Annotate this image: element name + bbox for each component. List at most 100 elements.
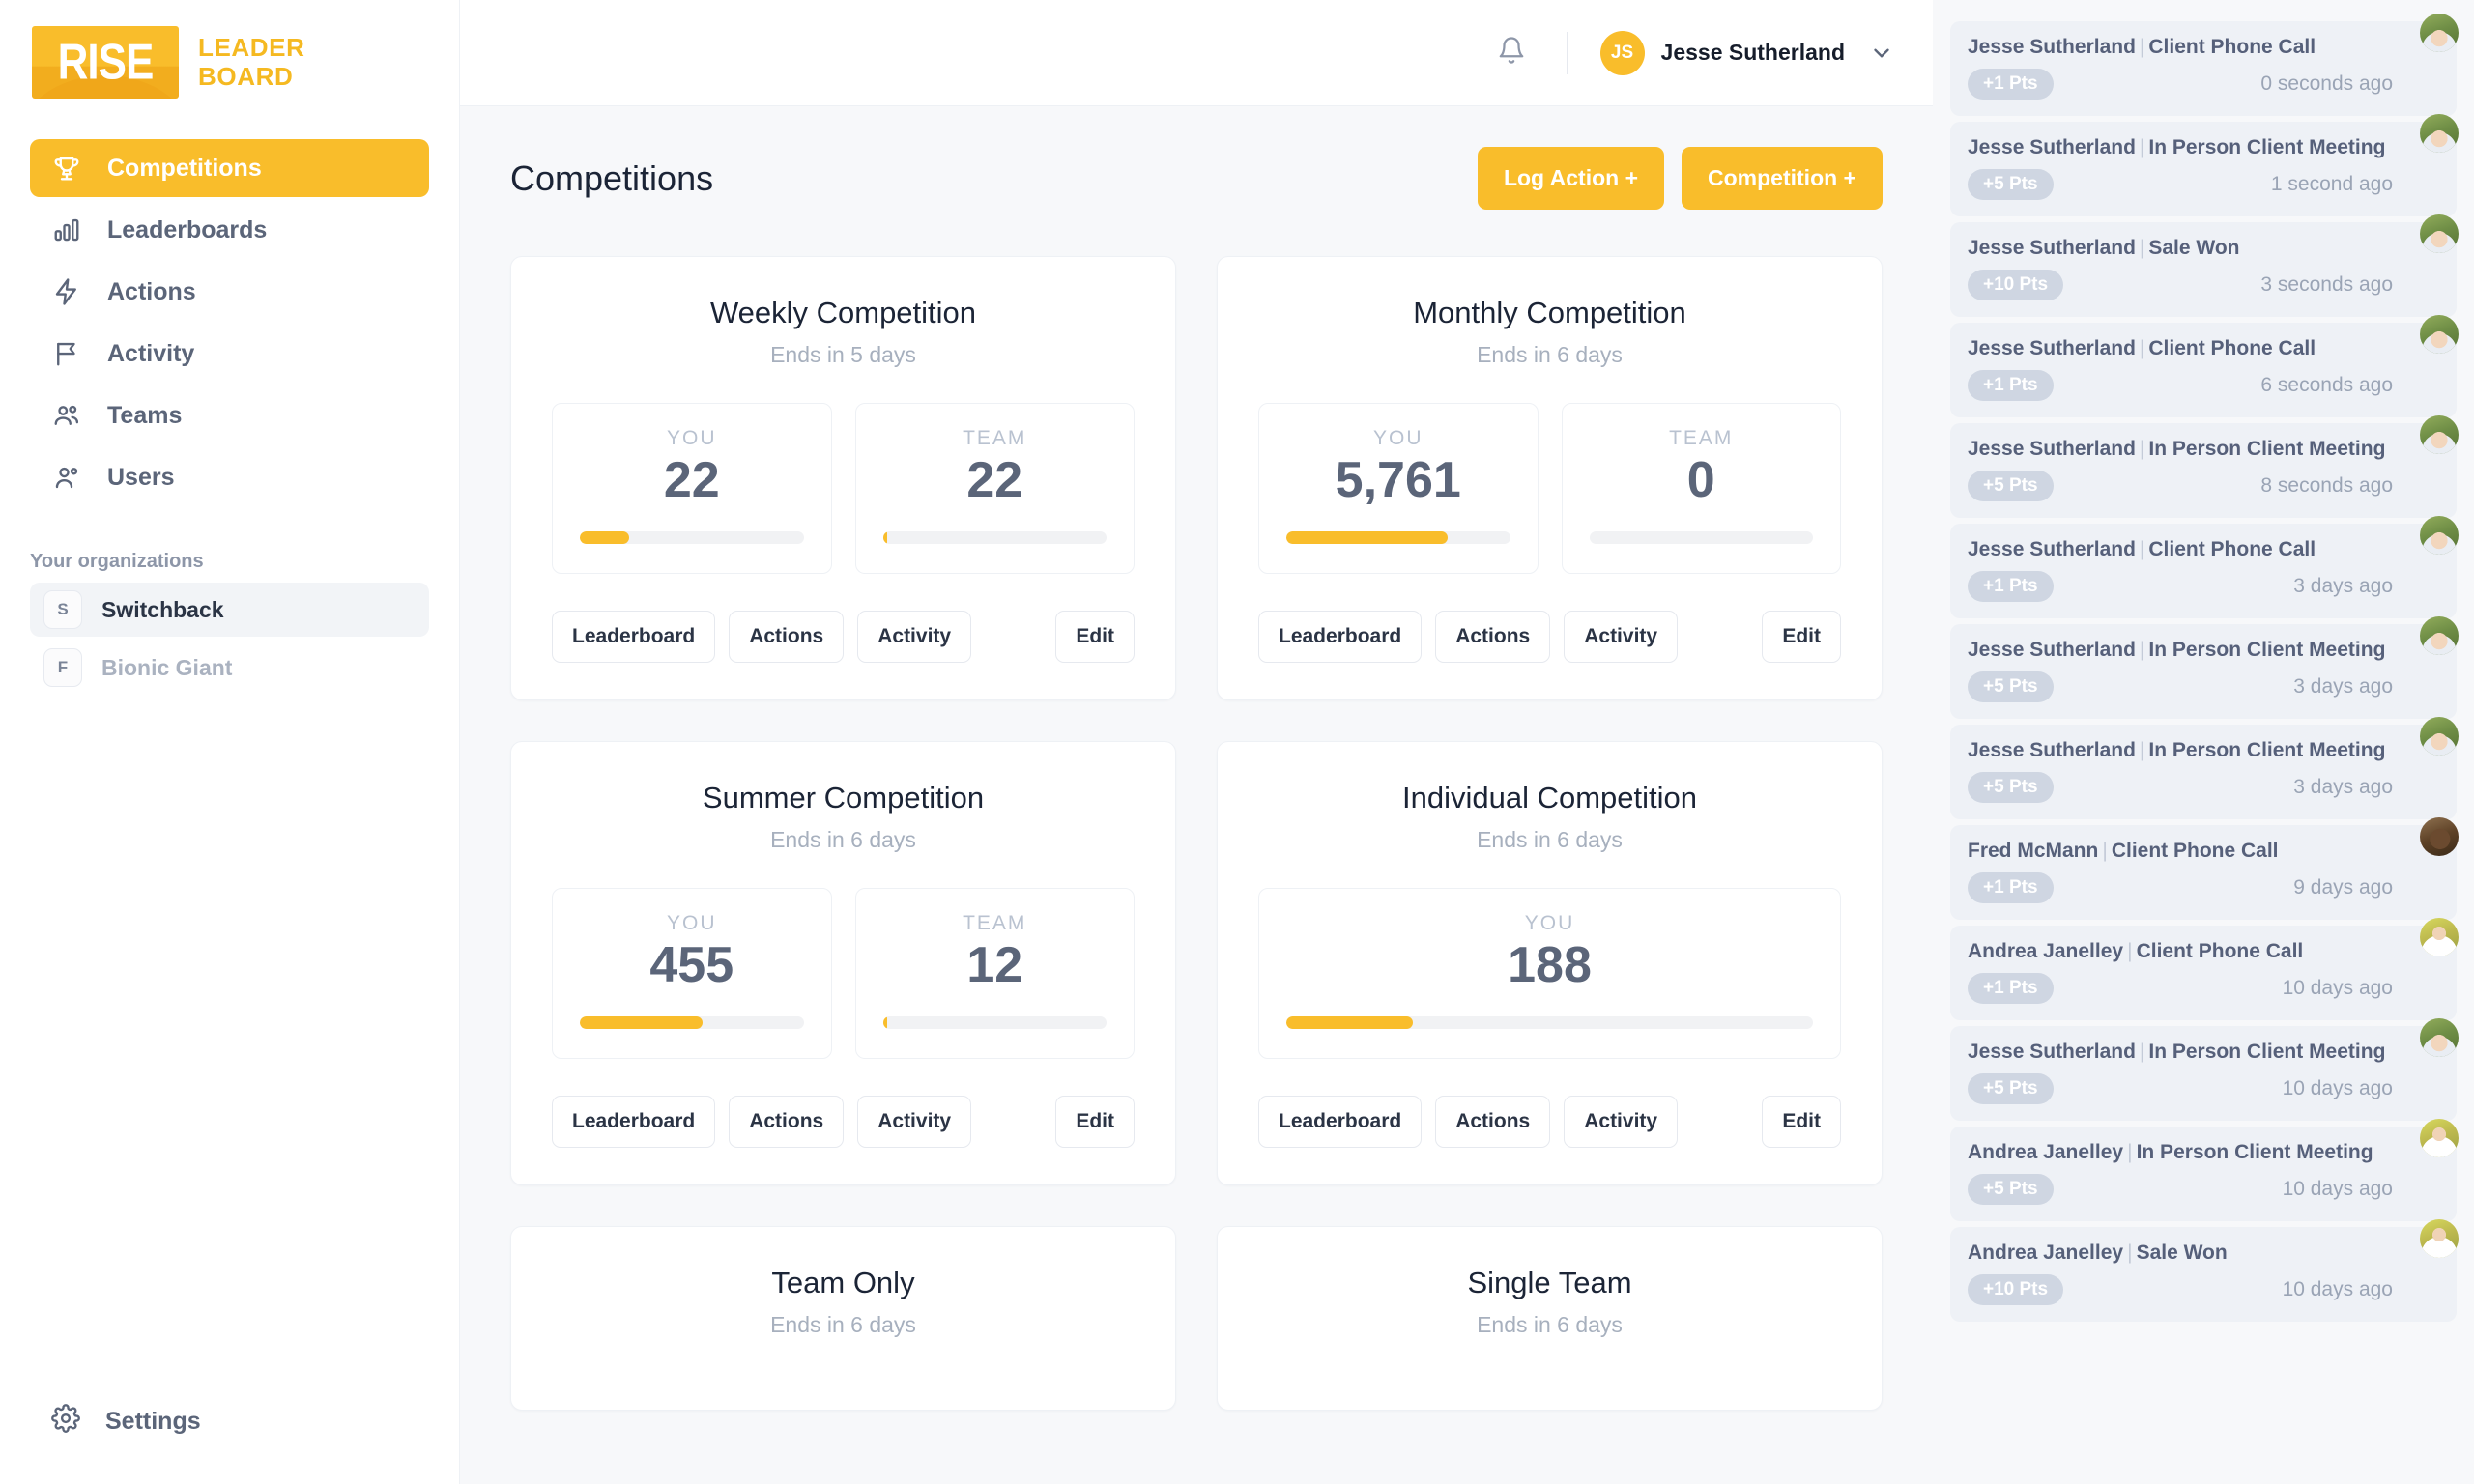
sidebar-item-settings[interactable]: Settings — [30, 1395, 429, 1447]
activity-button[interactable]: Activity — [857, 1095, 972, 1148]
log-action-button[interactable]: Log Action + — [1477, 147, 1665, 210]
stat-label: YOU — [1372, 427, 1424, 449]
activity-headline: Andrea Janelley | In Person Client Meeting — [1968, 1140, 2439, 1165]
activity-separator: | — [2139, 136, 2145, 158]
competition-title: Team Only — [771, 1265, 915, 1299]
activity-meta: +10 Pts 10 days ago — [1968, 1274, 2439, 1306]
avatar-initials-text: JS — [1610, 42, 1634, 63]
edit-button[interactable]: Edit — [1762, 610, 1841, 663]
org-initial-badge: F — [43, 648, 82, 687]
competition-card: Monthly Competition Ends in 6 days YOU 5,76… — [1217, 256, 1883, 700]
sidebar-item-users[interactable]: Users — [30, 448, 429, 506]
stat-label: YOU — [666, 427, 717, 449]
add-competition-button[interactable]: Competition + — [1682, 147, 1883, 210]
activity-item[interactable]: Jesse Sutherland | In Person Client Meetin… — [1950, 415, 2459, 518]
competition-end-date: Ends in 6 days — [770, 1311, 916, 1337]
progress-bar — [1286, 1015, 1813, 1029]
activity-item[interactable]: Jesse Sutherland | In Person Client Meetin… — [1950, 114, 2459, 216]
activity-separator: | — [2139, 639, 2145, 661]
sidebar: RISE LEADER BOARD Competitions Leaderboar… — [0, 0, 460, 1484]
page-header: Competitions Log Action + Competition + — [510, 147, 1883, 210]
activity-user-avatar — [2420, 616, 2459, 655]
activity-timestamp: 8 seconds ago — [2260, 474, 2393, 498]
activity-action-name: In Person Client Meeting — [2148, 639, 2386, 661]
activity-item[interactable]: Jesse Sutherland | Client Phone Call +1 Pts… — [1950, 315, 2459, 417]
app-logo[interactable]: RISE LEADER BOARD — [0, 0, 459, 99]
activity-item[interactable]: Andrea Janelley | Sale Won +10 Pts 10 days a… — [1950, 1219, 2459, 1322]
activity-user-avatar — [2420, 918, 2459, 956]
gear-icon — [51, 1403, 80, 1440]
stat-value: 22 — [663, 452, 720, 508]
sidebar-item-actions[interactable]: Actions — [30, 263, 429, 321]
activity-action-name: Client Phone Call — [2148, 538, 2316, 560]
activity-user-name: Fred McMann — [1968, 840, 2099, 862]
activity-timestamp: 3 days ago — [2293, 575, 2393, 598]
stat-value: 188 — [1508, 936, 1592, 993]
actions-button[interactable]: Actions — [729, 610, 845, 663]
activity-button[interactable]: Activity — [1564, 610, 1679, 663]
activity-item[interactable]: Jesse Sutherland | In Person Client Meetin… — [1950, 616, 2459, 719]
main-column: JS Jesse Sutherland Competitions Log Act… — [460, 0, 1933, 1484]
competition-title: Weekly Competition — [709, 296, 977, 329]
user-menu[interactable]: JS Jesse Sutherland — [1599, 30, 1894, 75]
leaderboard-button[interactable]: Leaderboard — [1258, 610, 1423, 663]
activity-headline: Andrea Janelley | Sale Won — [1968, 1241, 2439, 1266]
activity-button[interactable]: Activity — [857, 610, 972, 663]
competition-card-actions: Leaderboard Actions Activity Edit — [1258, 610, 1841, 663]
content-area: Competitions Log Action + Competition + … — [460, 106, 1933, 1484]
activity-item[interactable]: Fred McMann | Client Phone Call +1 Pts 9 day… — [1950, 817, 2459, 920]
activity-headline: Andrea Janelley | Client Phone Call — [1968, 939, 2439, 964]
edit-button[interactable]: Edit — [1055, 1095, 1135, 1148]
activity-item[interactable]: Jesse Sutherland | Sale Won +10 Pts 3 second… — [1950, 214, 2459, 317]
notifications-button[interactable] — [1489, 31, 1534, 75]
sidebar-item-label: Teams — [107, 401, 183, 429]
activity-item[interactable]: Jesse Sutherland | Client Phone Call +1 Pts… — [1950, 516, 2459, 618]
progress-bar-fill — [580, 530, 629, 544]
activity-item[interactable]: Jesse Sutherland | Client Phone Call +1 Pts… — [1950, 14, 2459, 116]
edit-button[interactable]: Edit — [1762, 1095, 1841, 1148]
competition-title: Single Team — [1467, 1265, 1632, 1299]
activity-item[interactable]: Jesse Sutherland | In Person Client Meetin… — [1950, 717, 2459, 819]
competition-title: Monthly Competition — [1413, 296, 1686, 329]
topbar-divider — [1566, 31, 1568, 74]
activity-item[interactable]: Jesse Sutherland | In Person Client Meetin… — [1950, 1018, 2459, 1121]
actions-button[interactable]: Actions — [1435, 610, 1551, 663]
competition-card-actions: Leaderboard Actions Activity Edit — [552, 610, 1135, 663]
progress-bar — [882, 530, 1107, 544]
actions-button[interactable]: Actions — [729, 1095, 845, 1148]
activity-user-name: Jesse Sutherland — [1968, 337, 2136, 359]
competition-end-date: Ends in 6 days — [1477, 826, 1623, 852]
sidebar-item-leaderboards[interactable]: Leaderboards — [30, 201, 429, 259]
activity-separator: | — [2127, 1141, 2133, 1163]
org-item-switchback[interactable]: S Switchback — [30, 583, 429, 637]
activity-item[interactable]: Andrea Janelley | In Person Client Meeting… — [1950, 1119, 2459, 1221]
activity-user-avatar — [2420, 415, 2459, 454]
competition-end-date: Ends in 6 days — [1477, 342, 1623, 367]
edit-button[interactable]: Edit — [1055, 610, 1135, 663]
activity-action-name: Client Phone Call — [2148, 337, 2316, 359]
activity-user-name: Andrea Janelley — [1968, 1241, 2124, 1264]
points-badge: +1 Pts — [1968, 571, 2054, 603]
stat-block: TEAM 22 — [854, 403, 1135, 574]
progress-bar — [1589, 530, 1813, 544]
activity-user-avatar — [2420, 717, 2459, 756]
leaderboard-button[interactable]: Leaderboard — [1258, 1095, 1423, 1148]
actions-button[interactable]: Actions — [1435, 1095, 1551, 1148]
sidebar-item-competitions[interactable]: Competitions — [30, 139, 429, 197]
stat-value: 5,761 — [1335, 452, 1461, 508]
bell-icon — [1497, 35, 1526, 71]
sidebar-item-activity[interactable]: Activity — [30, 325, 429, 383]
activity-user-avatar — [2420, 14, 2459, 52]
activity-action-name: In Person Client Meeting — [2148, 739, 2386, 761]
activity-user-name: Jesse Sutherland — [1968, 739, 2136, 761]
leaderboard-button[interactable]: Leaderboard — [552, 1095, 716, 1148]
activity-headline: Fred McMann | Client Phone Call — [1968, 839, 2439, 864]
leaderboard-button[interactable]: Leaderboard — [552, 610, 716, 663]
points-badge: +1 Pts — [1968, 370, 2054, 402]
activity-button[interactable]: Activity — [1564, 1095, 1679, 1148]
sidebar-item-teams[interactable]: Teams — [30, 386, 429, 444]
activity-item[interactable]: Andrea Janelley | Client Phone Call +1 Pts 1… — [1950, 918, 2459, 1020]
competition-card: Individual Competition Ends in 6 days YOU 1… — [1217, 740, 1883, 1185]
org-item-bionic-giant[interactable]: F Bionic Giant — [30, 641, 429, 695]
points-badge: +1 Pts — [1968, 973, 2054, 1005]
